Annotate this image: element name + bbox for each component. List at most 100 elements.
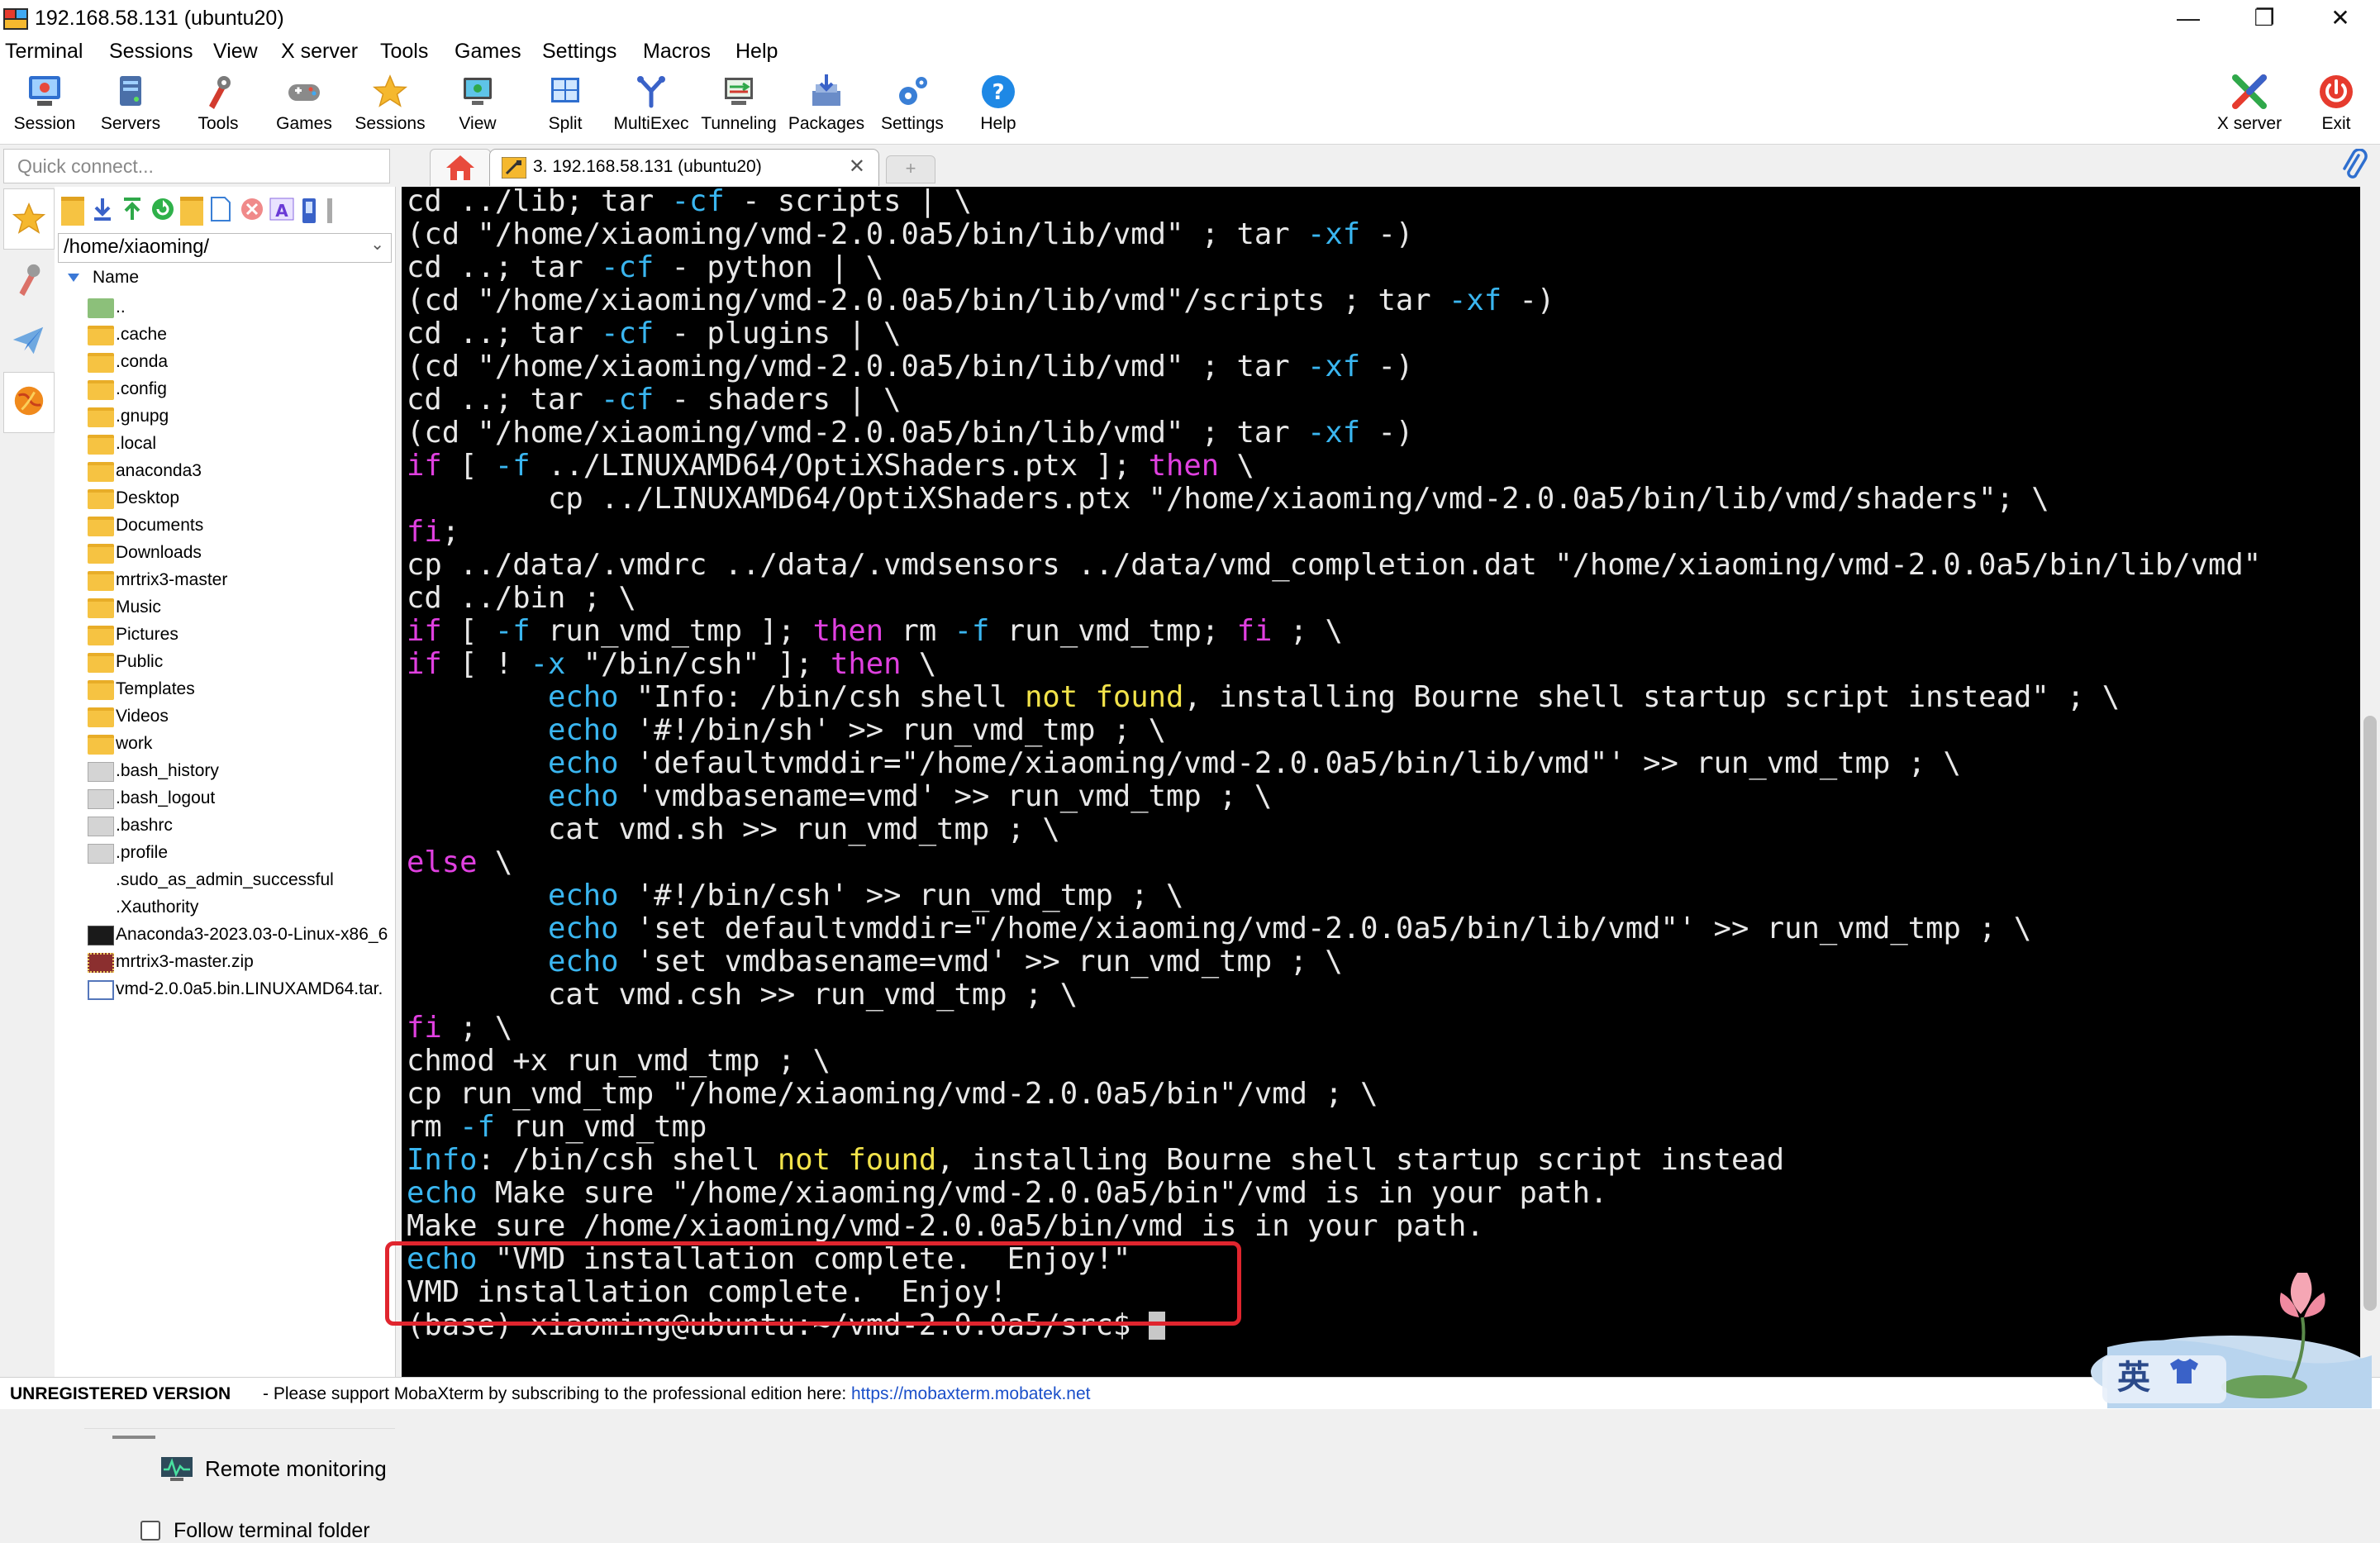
- refresh-icon[interactable]: [150, 197, 174, 221]
- file-row[interactable]: work: [86, 731, 393, 758]
- menu-sessions[interactable]: Sessions: [109, 40, 193, 64]
- tunneling-button[interactable]: Tunneling: [696, 69, 782, 140]
- file-name: mrtrix3-master.zip: [116, 952, 254, 971]
- exit-button[interactable]: Exit: [2301, 69, 2372, 140]
- paperclip-icon[interactable]: [2340, 149, 2368, 182]
- settings-icon[interactable]: [324, 197, 347, 223]
- menu-games[interactable]: Games: [455, 40, 521, 64]
- terminal-text: , installing Bourne shell startup script…: [1183, 680, 2121, 714]
- sidebar-tab-tools[interactable]: [3, 250, 53, 309]
- file-row[interactable]: Anaconda3-2023.03-0-Linux-x86_6: [86, 922, 393, 949]
- close-window-button[interactable]: ✕: [2302, 0, 2378, 38]
- file-row[interactable]: mrtrix3-master: [86, 567, 393, 594]
- terminal-line: fi ; \: [407, 1012, 512, 1045]
- menu-terminal[interactable]: Terminal: [5, 40, 83, 64]
- file-row[interactable]: .local: [86, 431, 393, 458]
- multiexec-button[interactable]: MultiExec: [610, 69, 693, 140]
- file-row[interactable]: .bashrc: [86, 812, 393, 840]
- chevron-down-icon[interactable]: ⌄: [370, 234, 384, 255]
- panel-splitter[interactable]: [84, 1428, 395, 1447]
- file-row[interactable]: Public: [86, 649, 393, 676]
- menu-tools[interactable]: Tools: [380, 40, 428, 64]
- x-server-button[interactable]: X server: [2206, 69, 2292, 140]
- terminal-text: fi: [1236, 614, 1273, 648]
- tab-close-icon[interactable]: ✕: [849, 155, 865, 179]
- rename-icon[interactable]: A: [269, 197, 294, 221]
- gamepad-icon: [288, 84, 320, 101]
- file-row[interactable]: vmd-2.0.0a5.bin.LINUXAMD64.tar.: [86, 976, 393, 1003]
- terminal-text: ;: [441, 515, 460, 549]
- parent-folder-icon[interactable]: [61, 197, 84, 226]
- terminal-scrollbar[interactable]: [2360, 187, 2380, 1379]
- quick-connect-input[interactable]: Quick connect...: [3, 149, 390, 183]
- games-button[interactable]: Games: [263, 69, 345, 140]
- file-row[interactable]: .profile: [86, 840, 393, 867]
- sessions-button[interactable]: Sessions: [349, 69, 431, 140]
- file-row[interactable]: Downloads: [86, 540, 393, 567]
- folder-icon: [88, 544, 114, 564]
- menu-x-server[interactable]: X server: [281, 40, 358, 64]
- follow-terminal-folder-checkbox[interactable]: Follow terminal folder: [140, 1519, 370, 1543]
- file-row[interactable]: mrtrix3-master.zip: [86, 949, 393, 976]
- file-row[interactable]: .sudo_as_admin_successful: [86, 867, 393, 894]
- file-row[interactable]: .bash_history: [86, 758, 393, 785]
- file-row[interactable]: .conda: [86, 349, 393, 376]
- remote-monitoring-button[interactable]: Remote monitoring: [161, 1456, 387, 1482]
- download-icon[interactable]: [91, 197, 114, 221]
- sidebar-tab-sessions[interactable]: [3, 188, 55, 250]
- file-row[interactable]: Music: [86, 594, 393, 621]
- checkbox-icon: [140, 1521, 160, 1541]
- servers-button[interactable]: Servers: [89, 69, 172, 140]
- help-button[interactable]: ? Help: [957, 69, 1040, 140]
- settings-button[interactable]: Settings: [871, 69, 954, 140]
- split-button[interactable]: Split: [524, 69, 607, 140]
- delete-icon[interactable]: [240, 197, 263, 221]
- menu-macros[interactable]: Macros: [643, 40, 711, 64]
- upload-icon[interactable]: [121, 197, 144, 221]
- minimize-button[interactable]: —: [2150, 0, 2226, 38]
- terminal-view[interactable]: cd ../lib; tar -cf - scripts | \ (cd "/ho…: [402, 187, 2360, 1379]
- sftp-path-field[interactable]: /home/xiaoming/ ⌄: [58, 233, 392, 263]
- packages-button[interactable]: Packages: [785, 69, 868, 140]
- column-header-name[interactable]: Name: [68, 268, 139, 288]
- menu-settings[interactable]: Settings: [542, 40, 616, 64]
- terminal-line: echo 'defaultvmddir="/home/xiaoming/vmd-…: [407, 747, 1961, 780]
- ime-widget[interactable]: 英: [2091, 1248, 2380, 1408]
- menu-view[interactable]: View: [213, 40, 258, 64]
- maximize-button[interactable]: ❐: [2226, 0, 2302, 38]
- mobaxterm-logo-icon: [3, 8, 28, 30]
- sidebar-tab-macros[interactable]: [3, 311, 53, 370]
- new-file-icon[interactable]: [210, 197, 233, 221]
- view-button[interactable]: View: [436, 69, 519, 140]
- file-row[interactable]: Desktop: [86, 485, 393, 512]
- ime-shirt-icon[interactable]: [2167, 1357, 2202, 1385]
- new-folder-icon[interactable]: [180, 197, 203, 226]
- file-row[interactable]: .bash_logout: [86, 785, 393, 812]
- tools-button[interactable]: Tools: [177, 69, 259, 140]
- terminal-text: cp run_vmd_tmp "/home/xiaoming/vmd-2.0.0…: [407, 1077, 1378, 1111]
- file-row[interactable]: Pictures: [86, 621, 393, 649]
- file-row[interactable]: .Xauthority: [86, 894, 393, 922]
- terminal-line: (cd "/home/xiaoming/vmd-2.0.0a5/bin/lib/…: [407, 417, 1413, 450]
- properties-icon[interactable]: [299, 197, 322, 223]
- session-button[interactable]: Session: [3, 69, 86, 140]
- new-tab-button[interactable]: +: [886, 155, 935, 183]
- terminal-text: \: [1219, 449, 1254, 483]
- file-row[interactable]: .config: [86, 376, 393, 403]
- file-row[interactable]: anaconda3: [86, 458, 393, 485]
- ime-mode-label[interactable]: 英: [2117, 1350, 2150, 1398]
- tools-icon: [209, 76, 231, 109]
- menu-help[interactable]: Help: [735, 40, 778, 64]
- file-row[interactable]: .cache: [86, 321, 393, 349]
- home-tab[interactable]: [430, 149, 491, 186]
- file-row[interactable]: ..: [86, 294, 393, 321]
- file-row[interactable]: Videos: [86, 703, 393, 731]
- terminal-text: chmod +x run_vmd_tmp ; \: [407, 1044, 831, 1078]
- tab-session-3[interactable]: 3. 192.168.58.131 (ubuntu20) ✕: [489, 149, 879, 186]
- file-row[interactable]: Templates: [86, 676, 393, 703]
- scrollbar-thumb[interactable]: [2363, 716, 2377, 1311]
- file-row[interactable]: .gnupg: [86, 403, 393, 431]
- file-row[interactable]: Documents: [86, 512, 393, 540]
- mobatek-link[interactable]: https://mobaxterm.mobatek.net: [851, 1384, 1090, 1404]
- sidebar-tab-sftp[interactable]: [3, 372, 55, 433]
